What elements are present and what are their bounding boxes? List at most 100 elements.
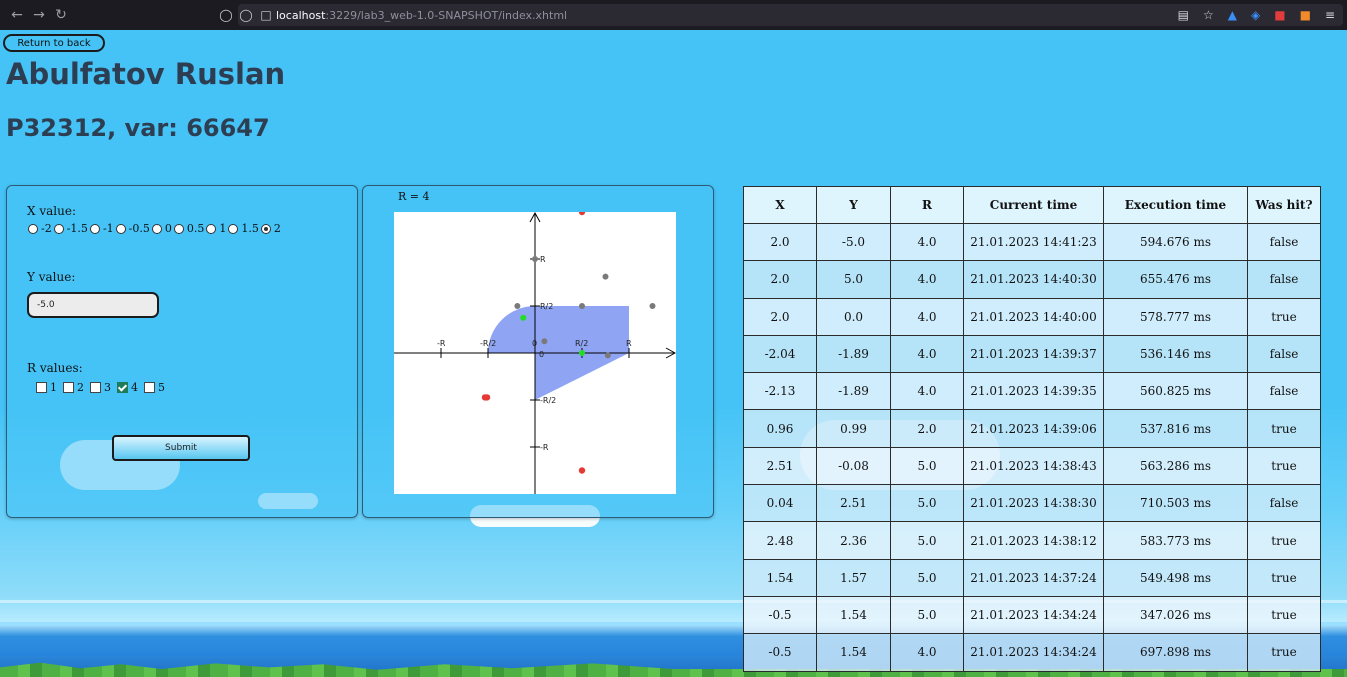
cell-y: 0.99: [816, 409, 891, 448]
cell-execution-time: 560.825 ms: [1103, 372, 1248, 411]
axis-label-neg-half: -R/2: [480, 339, 496, 348]
back-arrow-icon[interactable]: ←: [6, 7, 28, 23]
cell-execution-time: 347.026 ms: [1103, 595, 1248, 635]
reload-icon[interactable]: ↻: [50, 7, 72, 23]
graph-r-caption: R = 4: [398, 190, 430, 203]
address-bar[interactable]: ◯ ◯ □ localhost:3229/lab3_web-1.0-SNAPSH…: [219, 4, 1343, 26]
cell-y: 0.0: [816, 297, 891, 336]
cell-x: -0.5: [743, 595, 817, 635]
x-radio-button-selected[interactable]: [260, 223, 271, 234]
bookmark-star-icon[interactable]: ☆: [1203, 8, 1214, 22]
url-path: :3229/lab3_web-1.0-SNAPSHOT/index.xhtml: [325, 8, 568, 22]
cell-r: 5.0: [890, 446, 964, 486]
graph-point-red: [483, 394, 491, 401]
r-checkbox[interactable]: [36, 382, 47, 393]
column-header-y: Y: [816, 186, 891, 224]
cell-current-time: 21.01.2023 14:39:37: [963, 334, 1104, 374]
cell-execution-time: 537.816 ms: [1103, 409, 1248, 448]
cell-execution-time: 549.498 ms: [1103, 558, 1248, 597]
cell-r: 4.0: [890, 297, 964, 336]
cell-was-hit: true: [1247, 595, 1321, 635]
r-checkbox-label: 5: [158, 381, 165, 394]
graph-point-green: [520, 314, 527, 321]
x-radio-button[interactable]: [89, 223, 100, 234]
x-radio-button[interactable]: [228, 223, 239, 234]
cell-x: 1.54: [743, 558, 817, 597]
x-radio-label: 1.5: [241, 222, 259, 235]
x-radio-button[interactable]: [173, 223, 184, 234]
graph-point-gray: [514, 303, 521, 309]
axis-label-neg-r: -R: [437, 339, 446, 348]
table-row: 2.51 -0.08 5.0 21.01.2023 14:38:43 563.286 m…: [743, 446, 1321, 486]
document-icon: □: [260, 8, 272, 22]
cell-r: 2.0: [890, 409, 964, 448]
x-radio-button[interactable]: [53, 223, 64, 234]
x-radio-label: -0.5: [128, 222, 150, 235]
translate-icon[interactable]: ▤: [1178, 8, 1189, 22]
y-value-label: Y value:: [27, 270, 76, 284]
cell-x: 2.0: [743, 222, 817, 262]
shield-icon[interactable]: ◯: [216, 8, 236, 22]
cell-r: 5.0: [890, 558, 964, 597]
r-checkbox[interactable]: [144, 382, 155, 393]
x-radio-label: -1.5: [66, 222, 88, 235]
forward-arrow-icon[interactable]: →: [28, 7, 50, 23]
graph-point-gray: [604, 352, 611, 359]
cell-current-time: 21.01.2023 14:34:24: [963, 633, 1104, 672]
table-row: 2.0 5.0 4.0 21.01.2023 14:40:30 655.476 ms fa…: [743, 260, 1321, 299]
table-row: -0.5 1.54 4.0 21.01.2023 14:34:24 697.898 ms…: [743, 633, 1321, 672]
graph-point-green: [579, 350, 585, 356]
cell-r: 4.0: [890, 633, 964, 672]
table-row: 0.04 2.51 5.0 21.01.2023 14:38:30 710.503 ms…: [743, 484, 1321, 523]
cell-current-time: 21.01.2023 14:40:30: [963, 260, 1104, 299]
x-radio-button[interactable]: [115, 223, 126, 234]
y-value-input[interactable]: [27, 292, 159, 318]
graph-point-gray: [532, 256, 538, 262]
column-header-current-time: Current time: [963, 186, 1104, 224]
author-name: Abulfatov Ruslan: [6, 57, 286, 91]
pdf-extension-icon[interactable]: ■: [1274, 8, 1285, 22]
cell-execution-time: 563.286 ms: [1103, 446, 1248, 486]
cell-y: 1.54: [816, 595, 891, 635]
menu-icon[interactable]: ≡: [1325, 8, 1335, 22]
coordinate-graph[interactable]: -R -R/2 0 R/2 R R R/2 0 -R/2 -R: [394, 212, 676, 494]
x-radio-label: -1: [102, 222, 114, 235]
cell-current-time: 21.01.2023 14:37:24: [963, 558, 1104, 597]
cell-was-hit: false: [1247, 372, 1321, 411]
cell-r: 4.0: [890, 372, 964, 411]
table-row: -0.5 1.54 5.0 21.01.2023 14:34:24 347.026 ms…: [743, 595, 1321, 635]
cell-execution-time: 655.476 ms: [1103, 260, 1248, 299]
page-info-icon[interactable]: ◯: [236, 8, 256, 22]
cell-x: 2.48: [743, 521, 817, 560]
r-checkbox-checked[interactable]: [117, 382, 128, 393]
cell-x: -0.5: [743, 633, 817, 672]
url-host: localhost: [276, 8, 326, 22]
x-radio-label: 1: [219, 222, 227, 235]
x-value-label: X value:: [27, 204, 77, 218]
table-row: 2.0 0.0 4.0 21.01.2023 14:40:00 578.777 ms tr…: [743, 297, 1321, 336]
submit-button[interactable]: Submit: [112, 435, 250, 461]
cell-was-hit: true: [1247, 409, 1321, 448]
extension-icon[interactable]: ▲: [1228, 8, 1237, 22]
cell-y: -0.08: [816, 446, 891, 486]
r-checkbox[interactable]: [90, 382, 101, 393]
table-row: 2.48 2.36 5.0 21.01.2023 14:38:12 583.773 ms…: [743, 521, 1321, 560]
table-row: -2.13 -1.89 4.0 21.01.2023 14:39:35 560.825 …: [743, 372, 1321, 411]
r-checkbox-label: 3: [104, 381, 111, 394]
r-checkbox[interactable]: [63, 382, 74, 393]
cell-r: 5.0: [890, 595, 964, 635]
x-radio-button[interactable]: [206, 223, 217, 234]
column-header-was-hit: Was hit?: [1247, 186, 1321, 224]
axis-label-y-r: R: [540, 255, 546, 264]
browser-toolbar: ← → ↻ ◯ ◯ □ localhost:3229/lab3_web-1.0-…: [0, 0, 1347, 30]
cell-r: 5.0: [890, 521, 964, 560]
r-checkbox-group: 1 2 3 4 5: [34, 381, 165, 394]
x-radio-button[interactable]: [151, 223, 162, 234]
x-radio-button[interactable]: [28, 223, 38, 234]
vpn-shield-icon[interactable]: ◈: [1251, 8, 1260, 22]
cell-y: -1.89: [816, 372, 891, 411]
return-to-back-button[interactable]: Return to back: [3, 34, 105, 52]
cell-y: 2.51: [816, 484, 891, 523]
cell-x: 2.0: [743, 260, 817, 299]
addon-icon[interactable]: ■: [1300, 8, 1311, 22]
